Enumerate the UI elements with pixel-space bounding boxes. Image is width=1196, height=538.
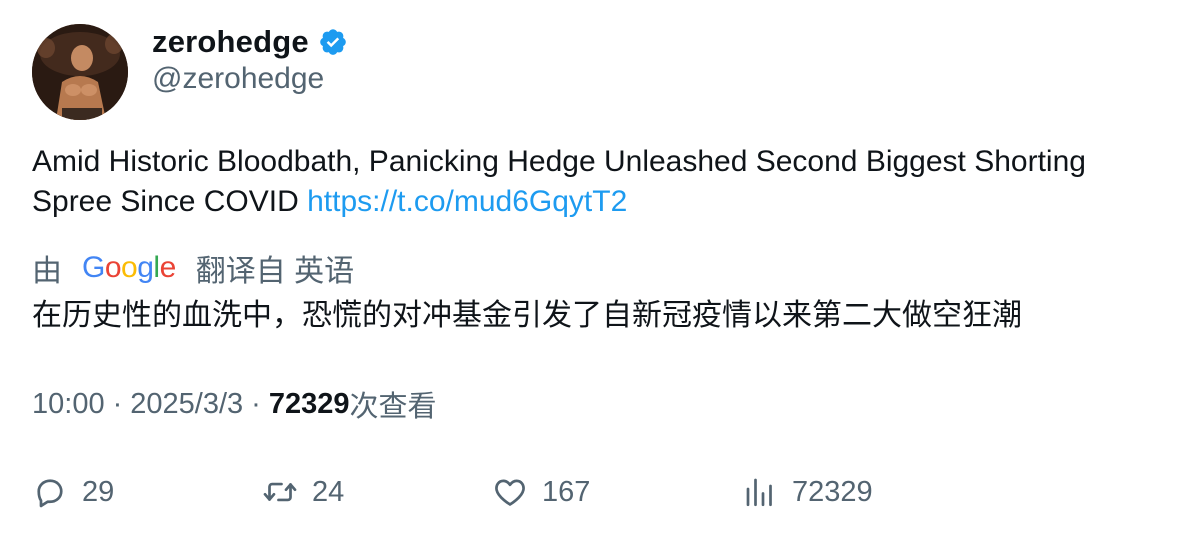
- separator: ·: [112, 387, 123, 420]
- avatar-image: [32, 24, 128, 120]
- action-bar: 29 24 167 72329: [0, 470, 1196, 514]
- google-logo[interactable]: Google: [82, 251, 176, 285]
- translation-suffix: 翻译自 英语: [195, 255, 355, 288]
- display-name[interactable]: zerohedge: [152, 24, 309, 60]
- tweet-time[interactable]: 10:00: [32, 388, 105, 421]
- views-button[interactable]: 72329: [742, 470, 873, 514]
- tweet-metadata: 10:00 · 2025/3/3 · 72329 次查看: [32, 384, 436, 424]
- google-letter: g: [137, 251, 154, 284]
- retweet-count: 24: [312, 475, 345, 508]
- google-letter: e: [159, 251, 177, 284]
- tweet-link[interactable]: https://t.co/mud6GqytT2: [307, 185, 627, 218]
- reply-icon: [32, 474, 68, 510]
- google-letter: G: [82, 251, 105, 284]
- tweet-date[interactable]: 2025/3/3: [130, 388, 243, 421]
- tweet-card: zerohedge @zerohedge Amid Historic Blood…: [0, 0, 1196, 538]
- translated-text: 在历史性的血洗中，恐慌的对冲基金引发了自新冠疫情以来第二大做空狂潮: [32, 299, 1022, 332]
- translation-attribution: 由 Google 翻译自 英语: [32, 248, 354, 288]
- views-action-count: 72329: [792, 475, 873, 508]
- views-label: 次查看: [349, 391, 437, 423]
- like-button[interactable]: 167: [492, 470, 590, 514]
- retweet-icon: [262, 474, 298, 510]
- google-letter: o: [121, 251, 138, 284]
- author-handle[interactable]: @zerohedge: [152, 62, 324, 96]
- translation-prefix: 由: [32, 255, 62, 288]
- verified-badge-icon: [318, 27, 348, 57]
- google-letter: o: [104, 251, 122, 284]
- reply-button[interactable]: 29: [32, 470, 114, 514]
- avatar[interactable]: [32, 24, 128, 120]
- views-count: 72329: [268, 387, 350, 420]
- author-name-row: zerohedge: [152, 22, 348, 62]
- retweet-button[interactable]: 24: [262, 470, 344, 514]
- reply-count: 29: [82, 475, 115, 508]
- tweet-text: Amid Historic Bloodbath, Panicking Hedge…: [32, 142, 1172, 222]
- separator: ·: [251, 387, 261, 420]
- like-count: 167: [542, 475, 591, 508]
- bar-chart-icon: [742, 474, 778, 510]
- heart-icon: [492, 474, 528, 510]
